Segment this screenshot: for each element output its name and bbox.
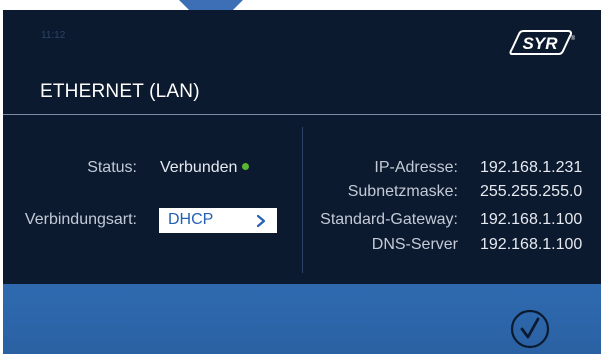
device-screen: 11:12 SYR ® ETHERNET (LAN) Status: Verbu…: [3, 10, 601, 354]
ip-address-label: IP-Adresse:: [374, 159, 458, 176]
logo-text: SYR: [523, 34, 559, 53]
connection-type-value: DHCP: [168, 211, 214, 228]
header: 11:12 SYR ® ETHERNET (LAN): [3, 10, 601, 115]
chevron-right-icon: [256, 214, 266, 228]
status-indicator-dot: [242, 163, 250, 171]
gateway-value: 192.168.1.100: [480, 211, 583, 228]
subnet-mask-label: Subnetzmaske:: [347, 183, 458, 200]
connection-type-select[interactable]: DHCP: [159, 208, 277, 233]
page-title: ETHERNET (LAN): [40, 81, 200, 102]
clock: 11:12: [41, 30, 66, 41]
dns-server-value: 192.168.1.100: [480, 236, 583, 253]
confirm-button[interactable]: [510, 309, 550, 349]
syr-logo: SYR ®: [509, 30, 576, 55]
status-value: Verbunden: [160, 159, 250, 177]
checkmark-icon: [520, 317, 540, 339]
logo-registered-mark: ®: [571, 35, 576, 42]
connection-type-label: Verbindungsart:: [24, 211, 137, 228]
footer-bar: [3, 284, 601, 354]
column-divider: [302, 127, 303, 273]
subnet-mask-value: 255.255.255.0: [480, 183, 583, 200]
ip-address-value: 192.168.1.231: [480, 159, 583, 176]
status-text: Verbunden: [160, 159, 238, 176]
dns-server-label: DNS-Server: [371, 236, 458, 253]
status-label: Status:: [87, 159, 137, 176]
header-divider: [3, 114, 601, 115]
gateway-label: Standard-Gateway:: [320, 211, 458, 228]
